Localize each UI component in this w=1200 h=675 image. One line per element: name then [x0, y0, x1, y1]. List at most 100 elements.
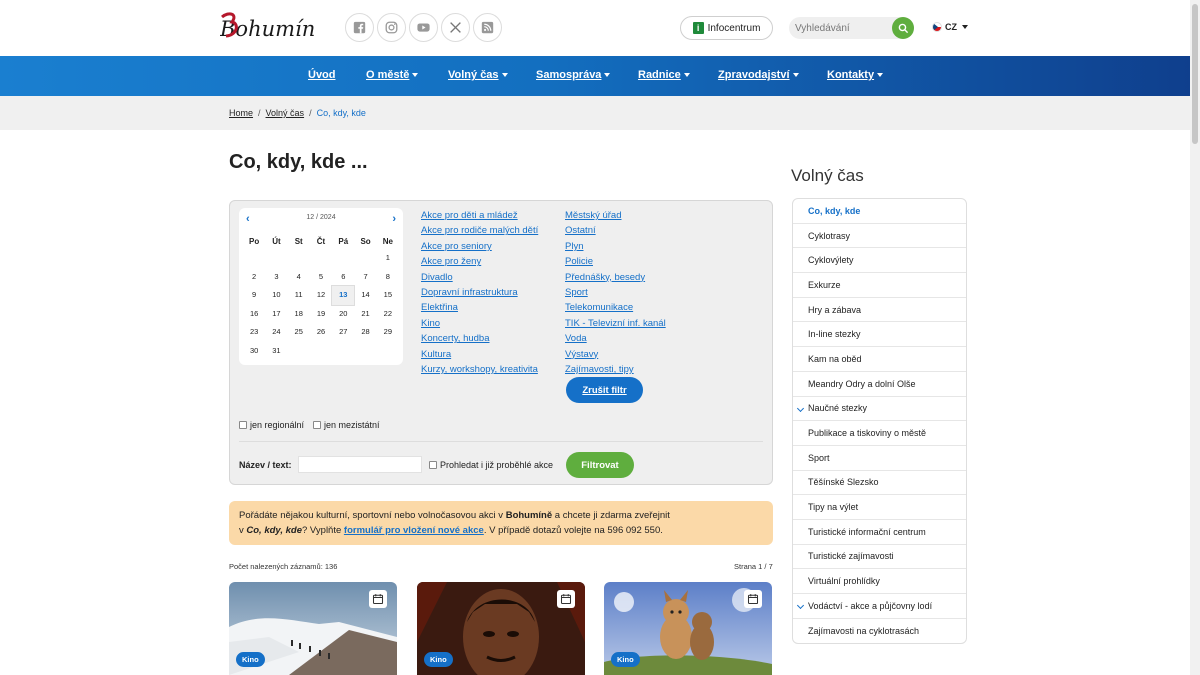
calendar-day[interactable]: 4 — [288, 268, 310, 287]
nav-item-kontakty[interactable]: Kontakty — [827, 69, 884, 81]
facebook-button[interactable] — [345, 13, 374, 42]
calendar-day[interactable]: 31 — [265, 342, 287, 361]
checkbox-box[interactable] — [239, 421, 247, 429]
regional-checkbox[interactable]: jen regionální — [239, 420, 304, 430]
calendar-day[interactable]: 7 — [354, 268, 376, 287]
calendar-day[interactable]: 20 — [332, 305, 354, 324]
sidebar-item[interactable]: Cyklotrasy — [793, 224, 966, 249]
category-link[interactable]: Akce pro ženy — [421, 254, 538, 269]
calendar-day[interactable]: 18 — [288, 305, 310, 324]
breadcrumb-home[interactable]: Home — [229, 108, 253, 118]
sidebar-item[interactable]: Naučné stezky — [793, 397, 966, 422]
calendar-next-button[interactable]: › — [392, 213, 396, 225]
sidebar-item[interactable]: Cyklovýlety — [793, 248, 966, 274]
sidebar-item[interactable]: Co, kdy, kde — [793, 199, 966, 224]
category-link[interactable]: Plyn — [565, 239, 666, 254]
breadcrumb-volny-cas[interactable]: Volný čas — [266, 108, 305, 118]
calendar-day[interactable]: 24 — [265, 323, 287, 342]
sidebar-item[interactable]: Publikace a tiskoviny o městě — [793, 421, 966, 446]
calendar-day[interactable]: 14 — [354, 286, 376, 305]
sidebar-item[interactable]: Hry a zábava — [793, 298, 966, 323]
calendar-day[interactable]: 26 — [310, 323, 332, 342]
international-checkbox[interactable]: jen mezistátní — [313, 420, 380, 430]
category-link[interactable]: Sport — [565, 285, 666, 300]
sidebar-item[interactable]: Tipy na výlet — [793, 495, 966, 520]
calendar-day[interactable]: 30 — [243, 342, 265, 361]
category-link[interactable]: Zajímavosti, tipy — [565, 362, 666, 377]
calendar-day[interactable]: 16 — [243, 305, 265, 324]
nav-item-samosprava[interactable]: Samospráva — [536, 69, 611, 81]
calendar-icon[interactable] — [557, 590, 575, 608]
calendar-day[interactable]: 6 — [332, 268, 354, 287]
past-events-checkbox[interactable]: Prohledat i již proběhlé akce — [429, 460, 553, 470]
category-link[interactable]: Kino — [421, 316, 538, 331]
category-link[interactable]: Akce pro seniory — [421, 239, 538, 254]
event-card[interactable]: Kino — [229, 582, 397, 675]
sidebar-item[interactable]: Sport — [793, 446, 966, 471]
calendar-day[interactable]: 25 — [288, 323, 310, 342]
category-link[interactable]: Přednášky, besedy — [565, 270, 666, 285]
nav-item-zpravodajstvi[interactable]: Zpravodajství — [718, 69, 799, 81]
category-link[interactable]: Akce pro rodiče malých dětí — [421, 223, 538, 238]
category-link[interactable]: Koncerty, hudba — [421, 331, 538, 346]
checkbox-box[interactable] — [429, 461, 437, 469]
category-link[interactable]: Městský úřad — [565, 208, 666, 223]
calendar-day[interactable]: 21 — [354, 305, 376, 324]
category-link[interactable]: Voda — [565, 331, 666, 346]
clear-filter-button[interactable]: Zrušit filtr — [566, 377, 643, 403]
calendar-day[interactable]: 11 — [288, 286, 310, 305]
infocentrum-button[interactable]: i Infocentrum — [680, 16, 773, 40]
calendar-day[interactable]: 3 — [265, 268, 287, 287]
calendar-day[interactable]: 2 — [243, 268, 265, 287]
calendar-icon[interactable] — [369, 590, 387, 608]
category-link[interactable]: Policie — [565, 254, 666, 269]
filter-button[interactable]: Filtrovat — [566, 452, 634, 478]
calendar-day[interactable]: 8 — [377, 268, 399, 287]
youtube-button[interactable] — [409, 13, 438, 42]
calendar-day[interactable]: 10 — [265, 286, 287, 305]
sidebar-item[interactable]: Exkurze — [793, 273, 966, 298]
sidebar-item[interactable]: Těšínské Slezsko — [793, 471, 966, 496]
chevron-down-icon[interactable] — [796, 404, 805, 412]
chevron-down-icon[interactable] — [796, 601, 805, 610]
category-link[interactable]: Elektřina — [421, 300, 538, 315]
scrollbar-thumb[interactable] — [1192, 4, 1198, 144]
event-card[interactable]: Kino — [417, 582, 585, 675]
rss-button[interactable] — [473, 13, 502, 42]
calendar-day[interactable]: 22 — [377, 305, 399, 324]
event-card[interactable]: Kino — [604, 582, 772, 675]
nav-item-radnice[interactable]: Radnice — [638, 69, 690, 81]
category-link[interactable]: Telekomunikace — [565, 300, 666, 315]
sidebar-item[interactable]: Meandry Odry a dolní Olše — [793, 372, 966, 397]
text-search-input[interactable] — [298, 456, 422, 473]
sidebar-item[interactable]: Turistické zajímavosti — [793, 545, 966, 570]
category-link[interactable]: Kultura — [421, 347, 538, 362]
nav-item-volny-cas[interactable]: Volný čas — [448, 69, 508, 81]
page-scrollbar[interactable] — [1190, 0, 1200, 675]
calendar-day[interactable]: 19 — [310, 305, 332, 324]
sidebar-item[interactable]: Virtuální prohlídky — [793, 569, 966, 594]
category-link[interactable]: Kurzy, workshopy, kreativita — [421, 362, 538, 377]
search-button[interactable] — [892, 17, 914, 39]
calendar-day[interactable]: 13 — [331, 285, 356, 306]
bohumin-logo[interactable]: Bohumín — [220, 11, 316, 45]
add-event-form-link[interactable]: formulář pro vložení nové akce — [344, 525, 484, 536]
category-link[interactable]: TIK - Televizní inf. kanál — [565, 316, 666, 331]
category-link[interactable]: Ostatní — [565, 223, 666, 238]
calendar-day[interactable]: 27 — [332, 323, 354, 342]
category-link[interactable]: Výstavy — [565, 347, 666, 362]
category-link[interactable]: Divadlo — [421, 270, 538, 285]
calendar-day[interactable]: 12 — [310, 286, 332, 305]
nav-item-uvod[interactable]: Úvod — [308, 69, 336, 81]
category-link[interactable]: Dopravní infrastruktura — [421, 285, 538, 300]
sidebar-item[interactable]: Turistické informační centrum — [793, 520, 966, 545]
sidebar-item[interactable]: Zajímavosti na cyklotrasách — [793, 619, 966, 644]
calendar-icon[interactable] — [744, 590, 762, 608]
calendar-day[interactable]: 9 — [243, 286, 265, 305]
x-button[interactable] — [441, 13, 470, 42]
nav-item-o-meste[interactable]: O městě — [366, 69, 419, 81]
sidebar-item[interactable]: In-line stezky — [793, 322, 966, 348]
calendar-day[interactable]: 1 — [377, 249, 399, 268]
calendar-day[interactable]: 17 — [265, 305, 287, 324]
calendar-day[interactable]: 5 — [310, 268, 332, 287]
